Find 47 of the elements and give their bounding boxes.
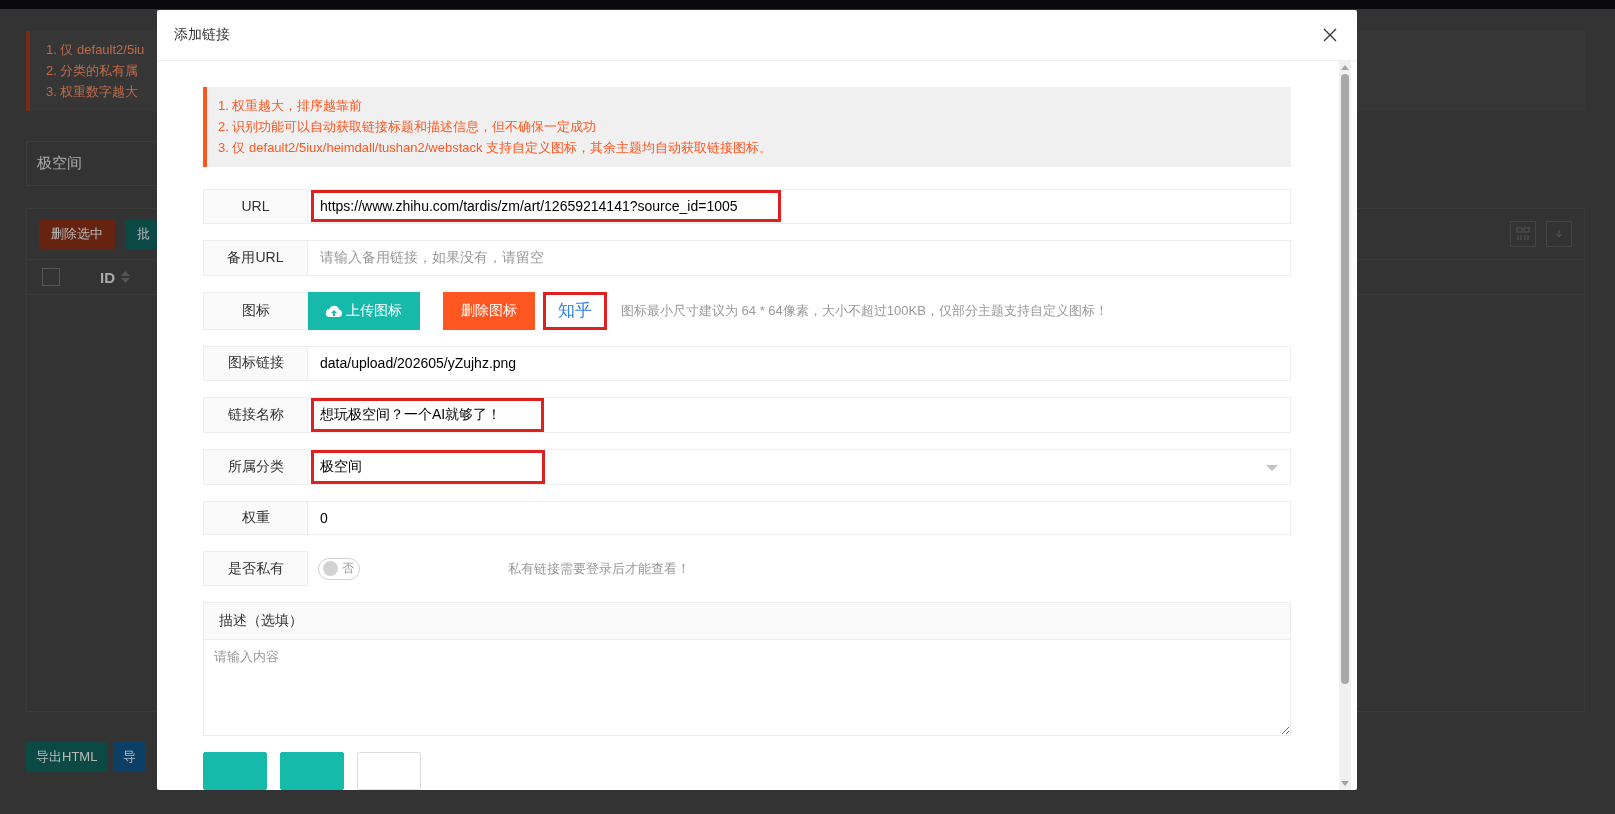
notice-text: 3. 仅 default2/5iux/heimdall/tushan2/webstack 支持自定义图标，其余主题均自动获取链接图标。 (218, 139, 774, 157)
field-label: 图标 (203, 291, 308, 330)
export-button[interactable]: 导 (113, 742, 147, 772)
notice-text: 2. 分类的私有属 (46, 62, 140, 80)
text-field[interactable]: data/upload/202605/yZujhz.png (308, 345, 1291, 381)
column-header[interactable]: ID (100, 268, 130, 286)
notice-text: 1. 权重越大，排序越靠前 (218, 97, 364, 115)
export-button[interactable]: 导出HTML (26, 742, 108, 772)
field-label: 所属分类 (203, 448, 308, 485)
action-button[interactable] (203, 752, 267, 790)
delete-icon-button[interactable]: 删除图标 (443, 291, 535, 330)
placeholder-text: 请输入备用链接，如果没有，请留空 (319, 247, 545, 267)
field-label: 备用URL (203, 239, 308, 276)
text-field[interactable]: https://www.zhihu.com/tardis/zm/art/12659214141?source_id=1005 (308, 189, 1291, 224)
description-field[interactable]: 请输入内容 (203, 640, 1291, 736)
dialog-title: 添加链接 (174, 26, 231, 44)
field-label: 是否私有 (203, 551, 308, 586)
field-label: 链接名称 (203, 396, 308, 433)
field-value: data/upload/202605/yZujhz.png (319, 354, 518, 374)
close-icon[interactable] (1323, 28, 1337, 42)
select-all-checkbox[interactable] (42, 268, 60, 286)
description-label: 描述（选填） (203, 602, 1291, 640)
field-label: 图标链接 (203, 345, 308, 381)
text-field[interactable]: 0 (308, 500, 1291, 536)
sort-icon (121, 271, 130, 283)
text-field[interactable]: 请输入备用链接，如果没有，请留空 (308, 239, 1291, 276)
scrollbar[interactable] (1339, 61, 1351, 790)
export-icon[interactable] (1546, 221, 1572, 247)
text-field[interactable]: 想玩极空间？一个AI就够了！ (308, 396, 1291, 433)
action-button[interactable] (280, 752, 344, 790)
hint-text: 私有链接需要登录后才能查看！ (508, 559, 690, 578)
notice-text: 3. 权重数字越大 (46, 83, 140, 101)
field-label: URL (203, 189, 308, 224)
field-value: https://www.zhihu.com/tardis/zm/art/12659214141?source_id=1005 (311, 190, 781, 223)
field-value: 0 (319, 508, 329, 528)
cloud-upload-icon (326, 304, 342, 317)
icon-preview: 知乎 (543, 291, 607, 330)
hint-text: 图标最小尺寸建议为 64 * 64像素，大小不超过100KB，仅部分主题支持自定义图标！ (621, 301, 1108, 320)
dropdown-caret-icon (1266, 464, 1278, 471)
field-label: 权重 (203, 500, 308, 536)
notice-text: 1. 仅 default2/5iu (46, 41, 146, 59)
toolbar-button[interactable]: 删除选中 (39, 219, 115, 249)
select-value: 极空间 (311, 449, 545, 484)
category-select[interactable]: 极空间 (308, 448, 1291, 485)
columns-icon[interactable] (1510, 221, 1536, 247)
field-value: 想玩极空间？一个AI就够了！ (311, 397, 545, 432)
notice-text: 2. 识别功能可以自动获取链接标题和描述信息，但不确保一定成功 (218, 118, 598, 136)
